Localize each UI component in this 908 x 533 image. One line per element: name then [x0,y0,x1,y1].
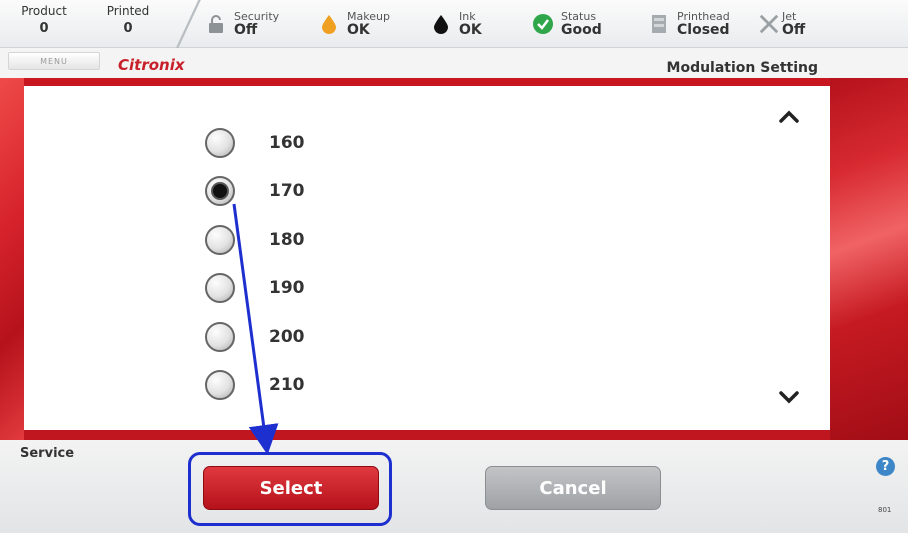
ink-label: Ink [459,9,476,23]
service-label[interactable]: Service [20,446,74,461]
option-label: 190 [269,278,305,298]
x-icon [758,13,780,35]
printhead-status[interactable]: Printhead Closed [648,6,730,42]
option-190[interactable]: 190 [205,273,305,303]
ink-value: OK [459,21,482,38]
makeup-drop-icon [318,13,340,35]
jet-value: Off [782,21,806,38]
help-icon[interactable]: ? [876,457,895,476]
option-label: 160 [269,133,305,153]
product-value: 0 [39,21,49,36]
menu-button[interactable]: MENU [8,52,100,70]
security-value: Off [234,21,258,38]
option-label: 170 [269,181,305,201]
printed-value: 0 [123,21,133,36]
menu-label: MENU [40,56,68,66]
status-value: Good [561,21,602,38]
product-label: Product [21,4,67,18]
options-panel [24,86,830,430]
radio-button[interactable] [205,128,235,158]
lock-icon [205,13,227,35]
red-frame-right [830,78,908,440]
option-210[interactable]: 210 [205,370,305,400]
option-160[interactable]: 160 [205,128,305,158]
jet-status[interactable]: Jet Off [758,6,805,42]
printhead-icon [648,13,670,35]
option-label: 210 [269,375,305,395]
radio-button[interactable] [205,370,235,400]
makeup-status[interactable]: Makeup OK [318,6,390,42]
printed-label: Printed [106,4,150,18]
system-status[interactable]: Status Good [532,6,602,42]
footer-bar [0,440,908,533]
radio-button[interactable] [205,322,235,352]
select-button[interactable]: Select [203,466,379,510]
security-label: Security [234,9,280,23]
option-200[interactable]: 200 [205,322,305,352]
page-title: Modulation Setting [666,60,818,76]
screen-code: 801 [878,506,892,514]
makeup-label: Makeup [347,9,390,23]
check-circle-icon [532,13,554,35]
status-bar: Product 0 Printed 0 Security Off Makeup OK… [0,0,908,48]
red-frame-top [24,78,830,86]
product-counter: Product 0 [14,4,74,36]
scroll-up-chevron-icon[interactable] [776,104,802,130]
radio-button-selected[interactable] [205,176,235,206]
brand-logo: Citronix [118,56,185,74]
option-label: 200 [269,327,305,347]
status-label: Status [561,9,597,23]
radio-button[interactable] [205,273,235,303]
ink-status[interactable]: Ink OK [430,6,482,42]
red-frame-left [0,78,24,440]
ink-drop-icon [430,13,452,35]
printed-counter: Printed 0 [98,4,158,36]
cancel-button[interactable]: Cancel [485,466,661,510]
scroll-down-chevron-icon[interactable] [776,384,802,410]
option-180[interactable]: 180 [205,225,305,255]
radio-button[interactable] [205,225,235,255]
printhead-label: Printhead [677,9,730,23]
makeup-value: OK [347,21,370,38]
option-170[interactable]: 170 [205,176,305,206]
divider [168,0,208,48]
option-label: 180 [269,230,305,250]
red-frame-bottom [24,430,830,440]
printhead-value: Closed [677,21,730,38]
security-status[interactable]: Security Off [205,6,279,42]
jet-label: Jet [782,9,797,23]
